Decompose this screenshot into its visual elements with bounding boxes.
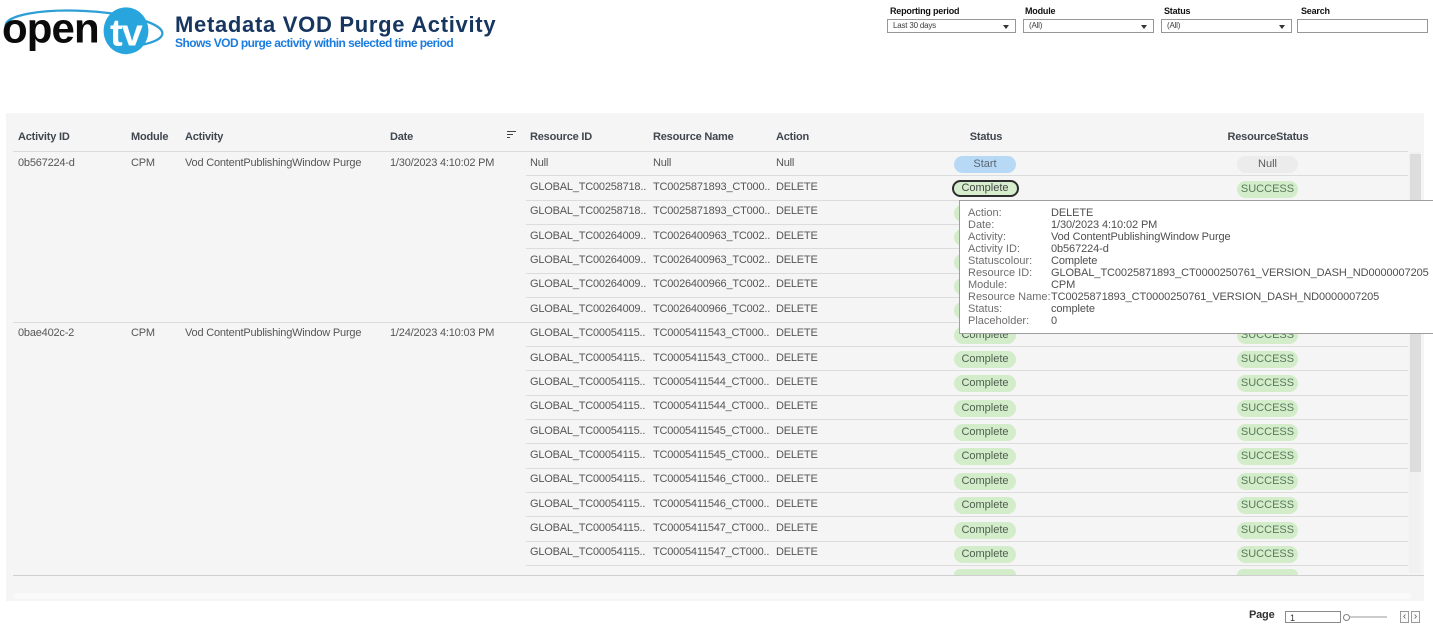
svg-text:open: open [2,5,99,52]
svg-text:tv: tv [110,13,143,55]
